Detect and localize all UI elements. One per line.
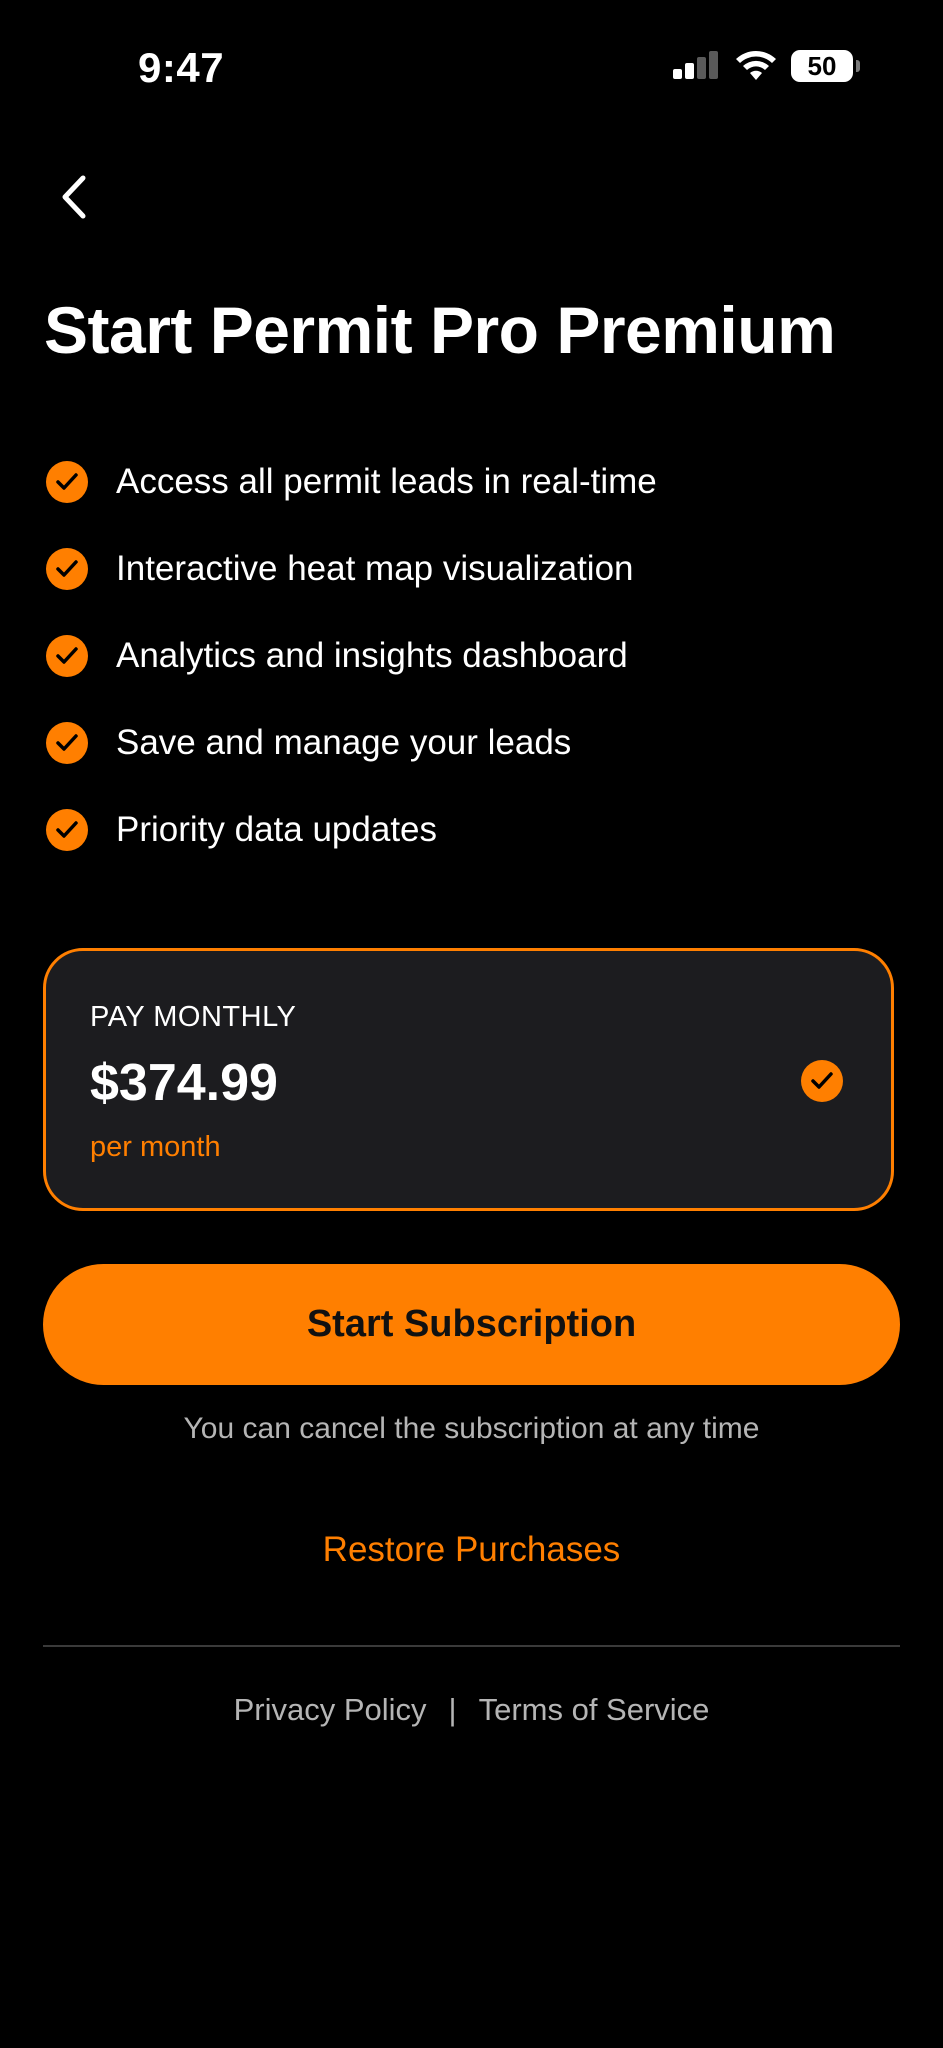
- feature-item: Save and manage your leads: [46, 699, 657, 786]
- feature-label: Access all permit leads in real-time: [116, 461, 657, 501]
- battery-level: 50: [807, 50, 837, 81]
- cancel-note: You can cancel the subscription at any t…: [183, 1412, 760, 1445]
- footer-links: Privacy Policy | Terms of Service: [0, 1692, 943, 1728]
- terms-of-service-link[interactable]: Terms of Service: [479, 1692, 710, 1728]
- feature-item: Analytics and insights dashboard: [46, 612, 657, 699]
- feature-label: Analytics and insights dashboard: [116, 635, 628, 675]
- check-circle-icon: [46, 634, 88, 677]
- check-circle-icon: [46, 721, 88, 764]
- feature-item: Priority data updates: [46, 786, 657, 873]
- page-title: Start Permit Pro Premium: [44, 293, 836, 367]
- check-circle-icon: [46, 547, 88, 590]
- feature-item: Access all permit leads in real-time: [46, 438, 657, 525]
- feature-list: Access all permit leads in real-time Int…: [46, 438, 657, 873]
- feature-label: Priority data updates: [116, 809, 438, 849]
- footer-separator: |: [448, 1692, 457, 1727]
- chevron-left-icon: [59, 174, 89, 225]
- signal-icon: [673, 51, 721, 81]
- plan-name: PAY MONTHLY: [90, 1001, 297, 1033]
- feature-label: Interactive heat map visualization: [116, 548, 634, 588]
- plan-card-monthly[interactable]: PAY MONTHLY $374.99 per month: [43, 948, 894, 1211]
- status-bar: 9:47 50: [0, 0, 943, 140]
- wifi-icon: [735, 50, 777, 82]
- feature-item: Interactive heat map visualization: [46, 525, 657, 612]
- check-circle-icon: [46, 808, 88, 851]
- plan-period: per month: [90, 1131, 221, 1163]
- plan-price: $374.99: [90, 1054, 278, 1112]
- privacy-policy-link[interactable]: Privacy Policy: [234, 1692, 427, 1728]
- start-subscription-button[interactable]: Start Subscription: [43, 1264, 900, 1385]
- selected-check-icon: [801, 1060, 843, 1102]
- back-button[interactable]: [44, 164, 104, 234]
- battery-icon: 50: [791, 50, 860, 82]
- divider: [43, 1645, 900, 1647]
- check-circle-icon: [46, 460, 88, 503]
- status-time: 9:47: [138, 44, 225, 91]
- restore-purchases-link[interactable]: Restore Purchases: [0, 1530, 943, 1570]
- status-icons: 50: [673, 50, 860, 82]
- feature-label: Save and manage your leads: [116, 722, 572, 762]
